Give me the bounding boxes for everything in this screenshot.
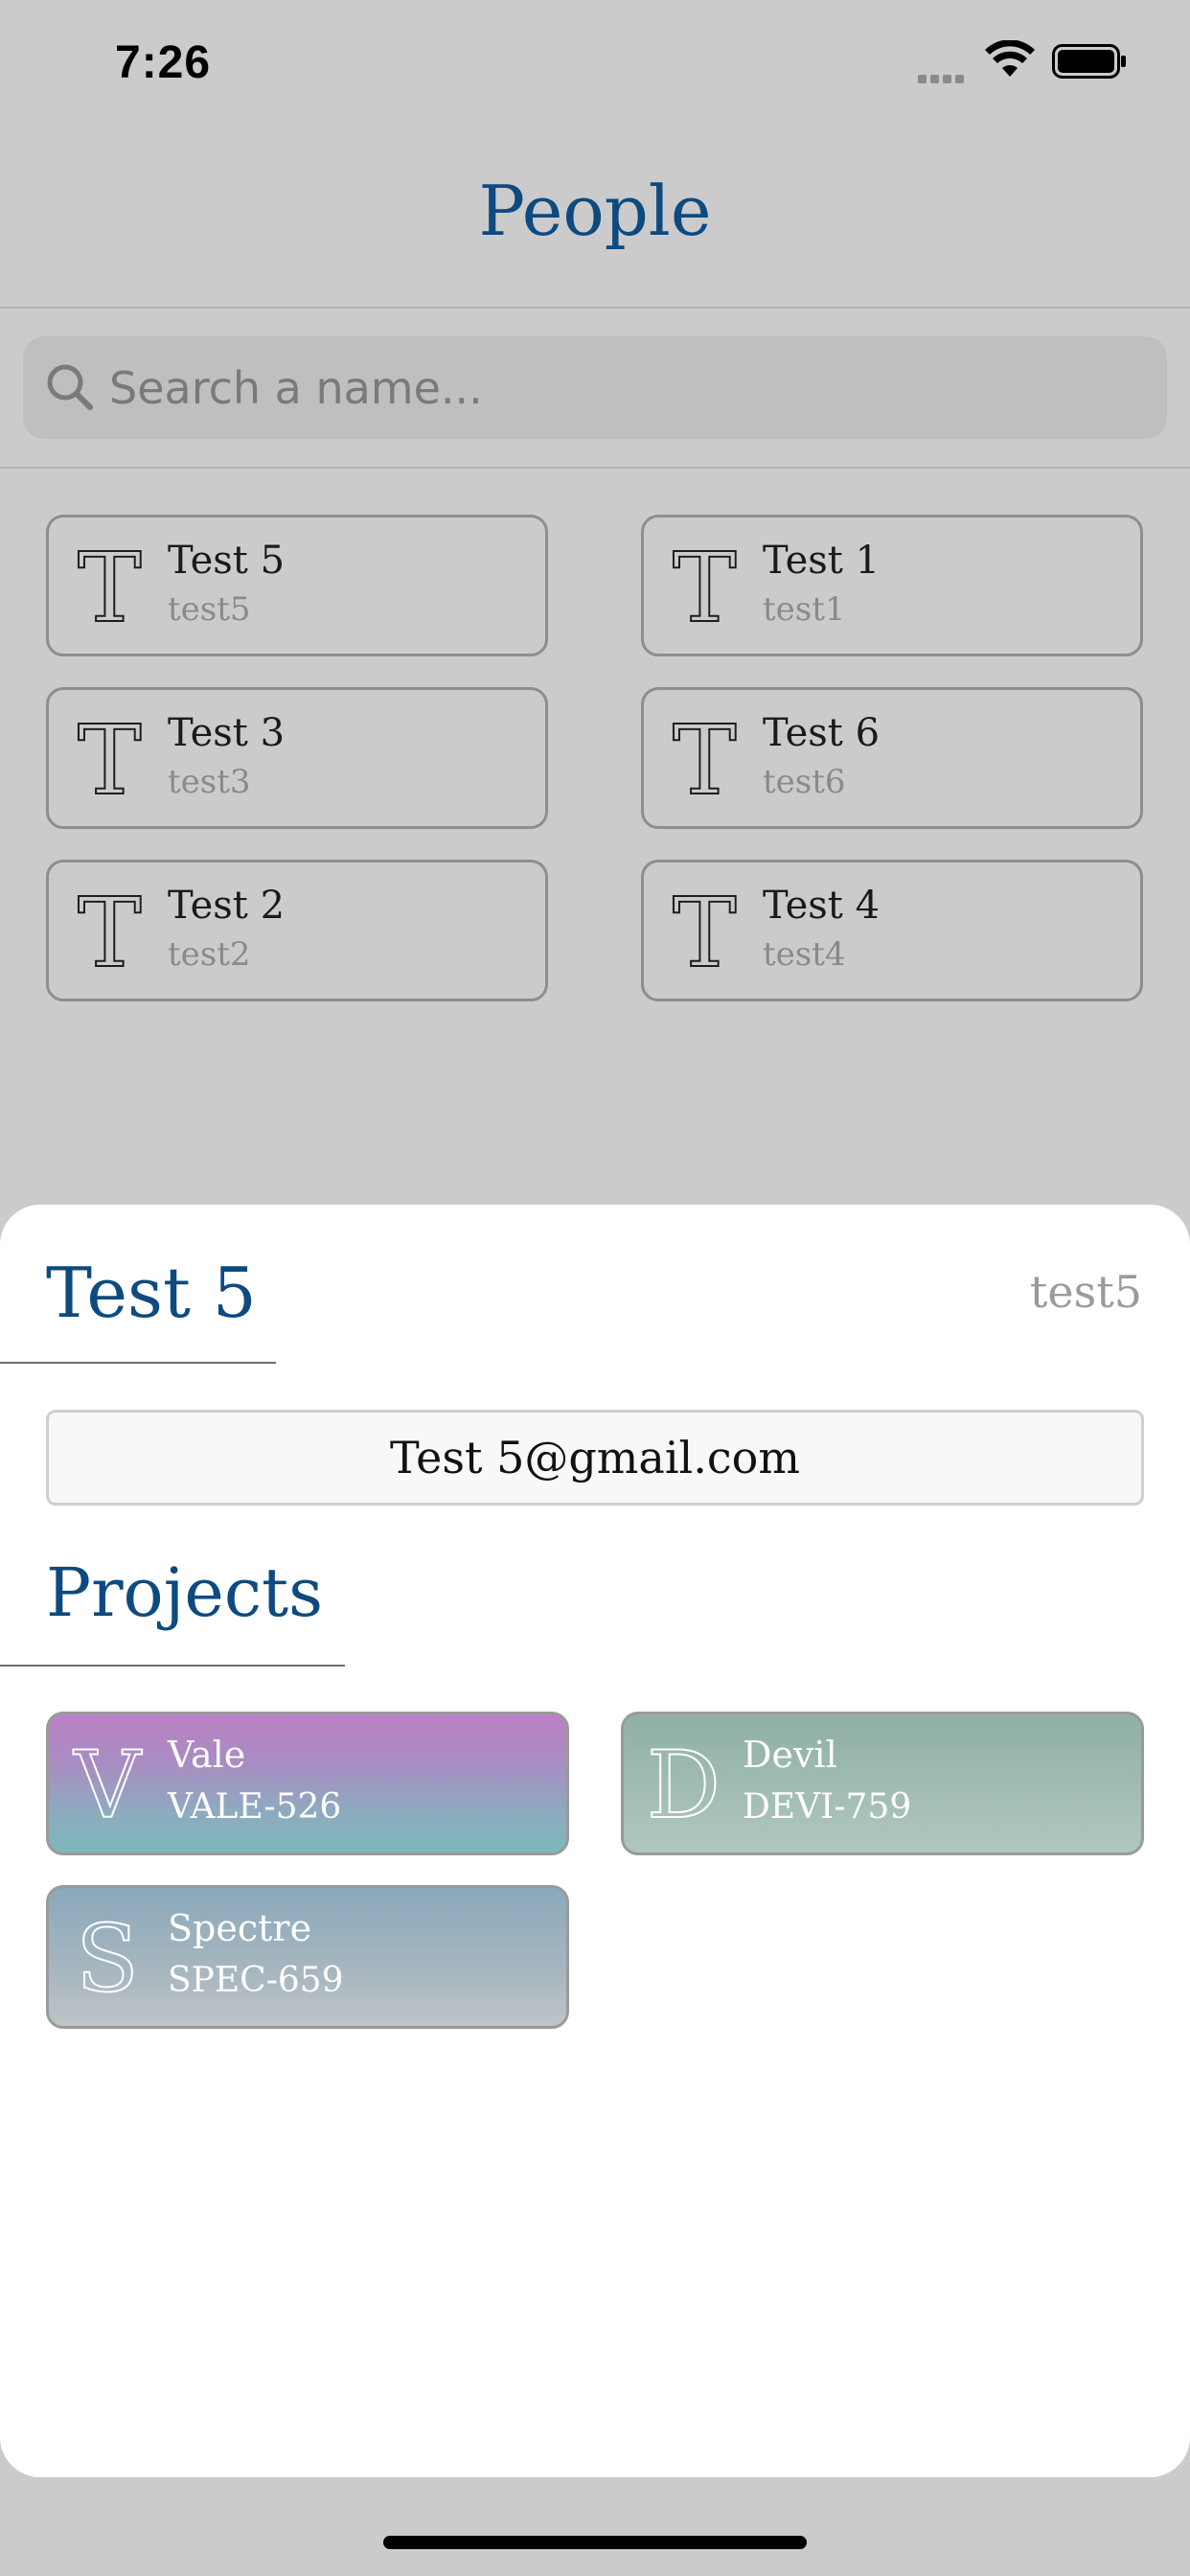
project-card-devil[interactable]: D Devil DEVI-759 (621, 1712, 1144, 1855)
project-name: Vale (168, 1734, 246, 1776)
project-code: SPEC-659 (168, 1961, 344, 2000)
search-icon (47, 364, 93, 410)
person-handle: test3 (168, 763, 251, 801)
person-name: Test 6 (763, 711, 881, 755)
project-code: VALE-526 (168, 1787, 342, 1827)
person-card-test1[interactable]: T Test 1 test1 (641, 515, 1143, 656)
person-handle: test4 (763, 935, 846, 974)
person-handle: test5 (168, 590, 251, 629)
person-card-test5[interactable]: T Test 5 test5 (46, 515, 548, 656)
home-indicator[interactable] (383, 2536, 807, 2549)
search-divider (0, 467, 1190, 469)
person-name: Test 4 (763, 884, 881, 928)
project-initial-icon: V (73, 1731, 141, 1840)
person-initial-icon: T (77, 877, 143, 989)
person-detail-sheet[interactable]: Test 5 test5 Test 5@gmail.com Projects V… (0, 1205, 1190, 2477)
person-initial-icon: T (672, 877, 738, 989)
person-card-test4[interactable]: T Test 4 test4 (641, 860, 1143, 1001)
status-bar: 7:26 (0, 0, 1190, 134)
page-title: People (478, 171, 712, 251)
project-name: Spectre (168, 1907, 312, 1949)
search-input[interactable] (109, 336, 1144, 439)
person-initial-icon: T (77, 704, 143, 816)
projects-heading: Projects (46, 1553, 324, 1632)
person-name: Test 3 (168, 711, 286, 755)
cellular-signal-icon (918, 69, 968, 87)
person-handle: test6 (763, 763, 846, 801)
status-time: 7:26 (115, 37, 212, 88)
person-initial-icon: T (77, 532, 143, 644)
person-name: Test 2 (168, 884, 286, 928)
projects-underline (0, 1665, 345, 1667)
person-name: Test 5 (168, 539, 286, 583)
search-bar[interactable] (23, 336, 1167, 439)
header-divider (0, 307, 1190, 309)
person-initial-icon: T (672, 532, 738, 644)
person-name: Test 1 (763, 539, 881, 583)
email-field[interactable]: Test 5@gmail.com (46, 1410, 1144, 1506)
project-initial-icon: S (75, 1904, 140, 2013)
person-card-test6[interactable]: T Test 6 test6 (641, 687, 1143, 829)
person-card-test3[interactable]: T Test 3 test3 (46, 687, 548, 829)
person-card-test2[interactable]: T Test 2 test2 (46, 860, 548, 1001)
detail-name: Test 5 (46, 1253, 257, 1333)
battery-icon (1052, 44, 1126, 79)
detail-handle: test5 (1029, 1266, 1142, 1318)
project-card-spectre[interactable]: S Spectre SPEC-659 (46, 1885, 569, 2029)
wifi-icon (985, 40, 1035, 77)
person-initial-icon: T (672, 704, 738, 816)
project-card-vale[interactable]: V Vale VALE-526 (46, 1712, 569, 1855)
person-handle: test2 (168, 935, 251, 974)
project-name: Devil (743, 1734, 837, 1776)
person-handle: test1 (763, 590, 846, 629)
project-initial-icon: D (646, 1731, 721, 1840)
project-code: DEVI-759 (743, 1787, 912, 1827)
name-underline (0, 1362, 276, 1364)
